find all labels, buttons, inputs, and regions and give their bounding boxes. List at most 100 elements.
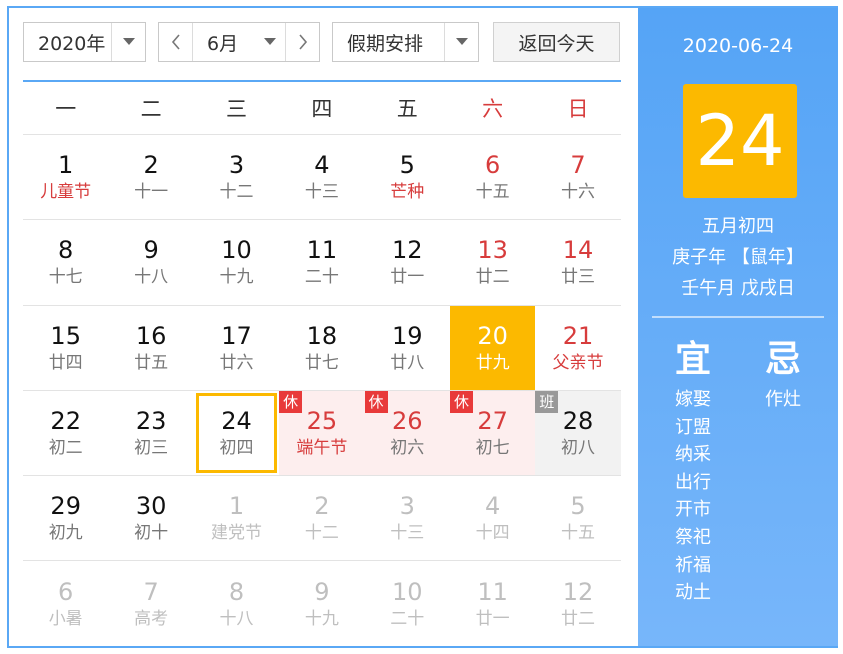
- day-number: 9: [143, 236, 159, 265]
- lunar-label: 十四: [475, 523, 510, 544]
- day-cell[interactable]: 14 廿三: [535, 220, 620, 304]
- holiday-select[interactable]: 假期安排: [332, 22, 479, 62]
- day-cell[interactable]: 23 初三: [108, 391, 193, 475]
- month-selector: 6月: [158, 22, 320, 62]
- calendar-grid: 一二三四五六日 1 儿童节 2 十一 3 十二 4 十三 5 芒种 6 十五 7 十六 8 十七 9 十八 10 十九…: [23, 80, 621, 646]
- lunar-label: 十三: [390, 523, 425, 544]
- day-cell[interactable]: 6 十五: [450, 135, 535, 219]
- day-number: 16: [135, 321, 167, 350]
- day-cell[interactable]: 10 二十: [365, 561, 450, 645]
- next-month-button[interactable]: [285, 23, 319, 61]
- day-cell[interactable]: 2 十一: [108, 135, 193, 219]
- day-cell[interactable]: 11 廿一: [450, 561, 535, 645]
- panel-divider: [652, 316, 824, 318]
- day-number: 7: [570, 151, 586, 180]
- chevron-down-icon[interactable]: [255, 38, 285, 46]
- day-number: 11: [477, 577, 508, 606]
- chevron-down-icon[interactable]: [444, 23, 478, 61]
- lunar-label: 廿一: [390, 267, 425, 288]
- day-number: 6: [58, 577, 74, 606]
- day-cell[interactable]: 3 十二: [194, 135, 279, 219]
- day-number: 21: [562, 321, 594, 350]
- day-number: 14: [562, 236, 594, 265]
- day-cell[interactable]: 2 十二: [279, 476, 364, 560]
- lunar-label: 十七: [48, 267, 83, 288]
- day-number: 19: [391, 321, 423, 350]
- day-number: 10: [221, 236, 252, 265]
- day-cell[interactable]: 13 廿二: [450, 220, 535, 304]
- month-select[interactable]: 6月: [193, 29, 285, 56]
- day-cell[interactable]: 20 廿九: [449, 305, 536, 390]
- day-cell[interactable]: 4 十三: [279, 135, 364, 219]
- day-cell[interactable]: 5 十五: [535, 476, 620, 560]
- day-cell[interactable]: 6 小暑: [23, 561, 108, 645]
- week-row: 22 初二 23 初三 24 初四休 25 端午节休 26 初六休 27 初七班 28 初八: [23, 389, 621, 476]
- day-cell[interactable]: 22 初二: [23, 391, 108, 475]
- day-number: 28: [562, 407, 594, 436]
- day-cell[interactable]: 7 高考: [108, 561, 193, 645]
- weekday-header: 一二三四五六日: [23, 82, 621, 134]
- weekday-label: 五: [396, 97, 418, 121]
- day-cell[interactable]: 班 28 初八: [535, 390, 621, 476]
- ji-title: 忌: [764, 339, 801, 380]
- lunar-label: 廿五: [134, 352, 169, 373]
- day-cell[interactable]: 7 十六: [535, 135, 620, 219]
- day-cell[interactable]: 1 儿童节: [23, 135, 108, 219]
- day-cell[interactable]: 休 27 初七: [449, 390, 536, 476]
- day-cell[interactable]: 21 父亲节: [535, 306, 620, 390]
- lunar-label: 十三: [304, 182, 339, 203]
- day-number: 27: [477, 407, 508, 436]
- day-number: 25: [306, 407, 338, 436]
- day-cell[interactable]: 4 十四: [450, 476, 535, 560]
- day-cell[interactable]: 17 廿六: [194, 306, 279, 390]
- day-number: 12: [391, 236, 423, 265]
- day-cell[interactable]: 1 建党节: [194, 476, 279, 560]
- month-select-value: 6月: [207, 32, 239, 55]
- day-number: 2: [314, 492, 330, 521]
- day-number: 3: [228, 151, 245, 180]
- lunar-label: 芒种: [390, 182, 425, 203]
- day-cell[interactable]: 3 十三: [365, 476, 450, 560]
- prev-month-button[interactable]: [159, 23, 193, 61]
- yi-item: 纳采: [675, 444, 711, 466]
- day-cell[interactable]: 9 十八: [108, 220, 193, 304]
- day-cell[interactable]: 18 廿七: [279, 306, 364, 390]
- holiday-select-value: 假期安排: [347, 32, 424, 55]
- day-cell[interactable]: 5 芒种: [365, 135, 450, 219]
- day-cell[interactable]: 29 初九: [23, 476, 108, 560]
- chevron-down-icon[interactable]: [111, 23, 145, 61]
- panel-date: 2020-06-24: [682, 35, 794, 57]
- yi-item: 开市: [675, 499, 711, 521]
- day-cell[interactable]: 8 十八: [194, 561, 279, 645]
- day-number: 5: [399, 151, 415, 180]
- yi-item: 动土: [675, 582, 711, 604]
- day-number: 9: [314, 577, 330, 606]
- day-number: 4: [314, 151, 330, 180]
- day-cell[interactable]: 休 26 初六: [364, 390, 450, 476]
- day-cell[interactable]: 8 十七: [23, 220, 108, 304]
- day-cell[interactable]: 10 十九: [194, 220, 279, 304]
- lunar-label: 初十: [134, 523, 169, 544]
- lunar-label: 廿二: [561, 608, 596, 629]
- year-select[interactable]: 2020年: [23, 22, 146, 62]
- day-cell[interactable]: 16 廿五: [108, 306, 193, 390]
- workday-badge: 班: [535, 390, 559, 413]
- day-number: 20: [477, 321, 508, 350]
- day-cell[interactable]: 24 初四: [194, 391, 279, 475]
- yi-item: 订盟: [675, 416, 711, 438]
- day-cell[interactable]: 休 25 端午节: [279, 390, 365, 476]
- day-cell[interactable]: 11 二十: [279, 220, 364, 304]
- lunar-label: 廿七: [304, 352, 339, 373]
- day-cell[interactable]: 15 廿四: [23, 306, 108, 390]
- day-cell[interactable]: 19 廿八: [365, 306, 450, 390]
- back-to-today-button[interactable]: 返回今天: [493, 22, 620, 62]
- day-cell[interactable]: 12 廿二: [535, 561, 620, 645]
- day-cell[interactable]: 30 初十: [108, 476, 193, 560]
- lunar-label: 廿三: [561, 267, 596, 288]
- lunar-label: 高考: [134, 608, 169, 629]
- day-cell[interactable]: 9 十九: [279, 561, 364, 645]
- weekday-label: 日: [567, 97, 589, 121]
- day-cell[interactable]: 12 廿一: [365, 220, 450, 304]
- day-number: 1: [228, 492, 245, 521]
- day-number: 22: [50, 407, 81, 436]
